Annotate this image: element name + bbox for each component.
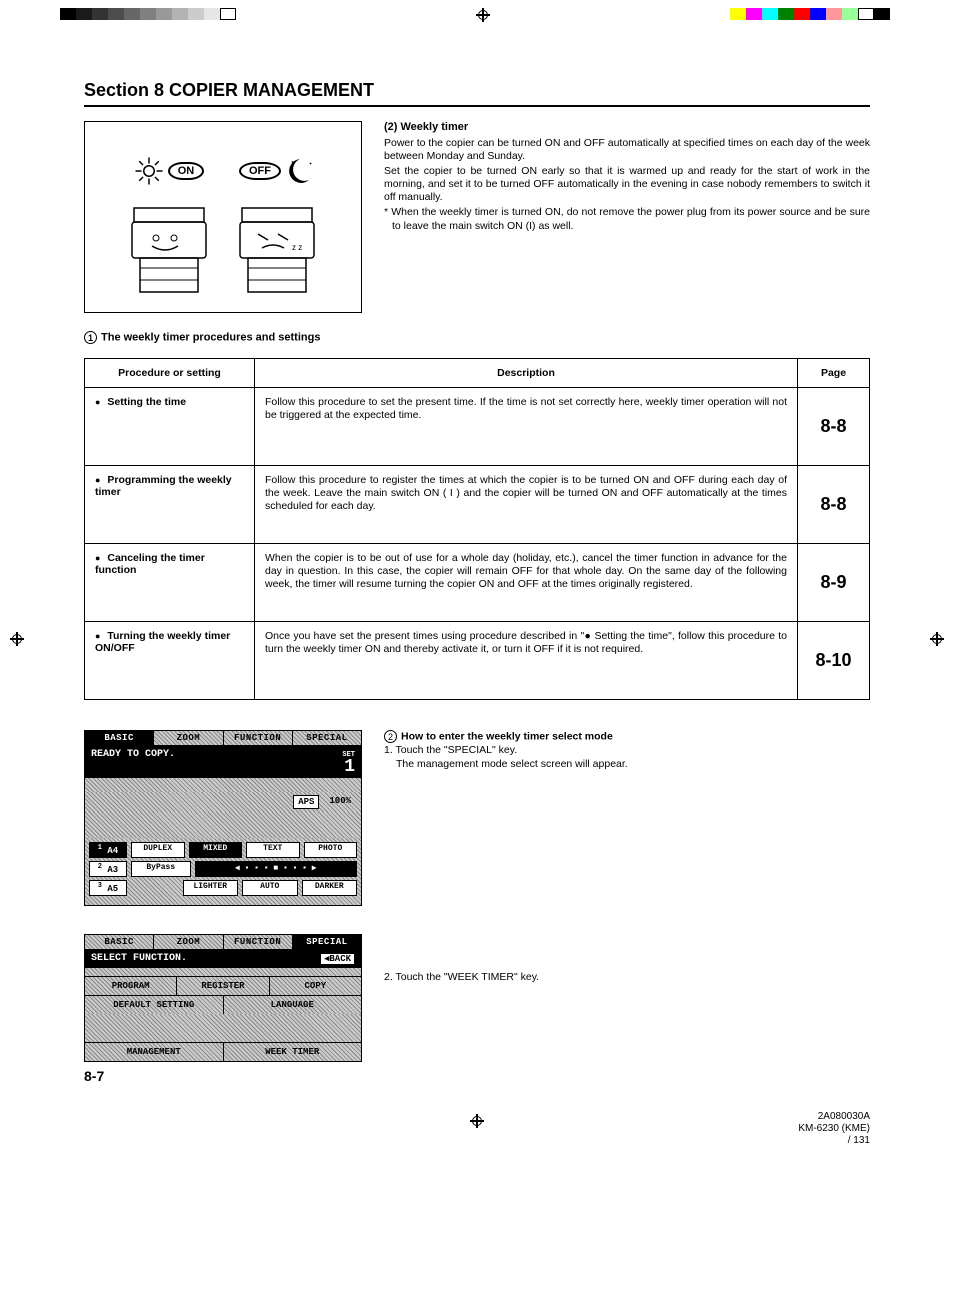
panel2-back: ◀BACK [320,953,355,965]
procedure-page: 8-8 [798,466,870,544]
calib-swatch [92,8,108,20]
panel2-tab-basic: BASIC [85,935,154,949]
procedure-desc: Follow this procedure to set the present… [255,388,798,466]
table-header-page: Page [798,359,870,388]
panel1-tab-special: SPECIAL [293,731,361,745]
calib-swatch [204,8,220,20]
calib-swatch [842,8,858,20]
calib-swatch [730,8,746,20]
procedure-page: 8-9 [798,544,870,622]
lcd-panel-ready: BASIC ZOOM FUNCTION SPECIAL READY TO COP… [84,730,362,906]
panel2-tab-function: FUNCTION [224,935,293,949]
panel1-aps: APS [293,795,319,809]
panel1-tab-function: FUNCTION [224,731,293,745]
footer-codes: 2A080030A KM-6230 (KME) / 131 [798,1111,870,1147]
calib-swatch [140,8,156,20]
illustration-weekly-timer: ON OFF [84,121,362,313]
table-header-description: Description [255,359,798,388]
procedure-desc: Follow this procedure to register the ti… [255,466,798,544]
procedure-name: ● Turning the weekly timer ON/OFF [85,622,255,700]
off-label: OFF [239,162,281,180]
calib-swatch [794,8,810,20]
procedure-name: ● Canceling the timer function [85,544,255,622]
calibration-strip [60,8,890,20]
panel1-zoom: 100% [325,795,355,809]
procedure-desc: When the copier is to be out of use for … [255,544,798,622]
procedure-name: ● Setting the time [85,388,255,466]
calib-swatch [778,8,794,20]
table-header-procedure: Procedure or setting [85,359,255,388]
calib-swatch [858,8,874,20]
panel2-status: SELECT FUNCTION. [91,953,187,965]
calib-swatch [108,8,124,20]
calib-swatch [60,8,76,20]
procedure-page: 8-8 [798,388,870,466]
intro-heading: (2) Weekly timer [384,121,870,135]
lcd-panel-select-function: BASIC ZOOM FUNCTION SPECIAL SELECT FUNCT… [84,934,362,1062]
intro-para-2: Set the copier to be turned ON early so … [384,165,870,204]
calib-swatch [156,8,172,20]
calib-swatch [746,8,762,20]
intro-text: (2) Weekly timer Power to the copier can… [384,121,870,313]
intro-note: * When the weekly timer is turned ON, do… [384,206,870,232]
circled-number-icon: 1 [84,331,97,344]
table-row: ● Canceling the timer functionWhen the c… [85,544,870,622]
calib-swatch [762,8,778,20]
registration-mark-icon [470,1114,484,1128]
procedures-table: Procedure or setting Description Page ● … [84,358,870,700]
panel1-status: READY TO COPY. [91,749,175,775]
calib-swatch [826,8,842,20]
calib-swatch [874,8,890,20]
intro-para-1: Power to the copier can be turned ON and… [384,137,870,163]
panel1-tab-zoom: ZOOM [154,731,223,745]
copier-on-icon [124,188,214,298]
circled-number-icon: 2 [384,730,397,743]
svg-text:z z: z z [292,243,302,252]
page-number: 8-7 [84,1068,870,1084]
calib-swatch [172,8,188,20]
moon-icon [285,156,315,186]
procedure-page: 8-10 [798,622,870,700]
table-row: ● Programming the weekly timerFollow thi… [85,466,870,544]
calib-swatch [124,8,140,20]
procedure-desc: Once you have set the present times usin… [255,622,798,700]
procedures-heading: 1The weekly timer procedures and setting… [84,331,870,344]
panel2-tab-zoom: ZOOM [154,935,223,949]
sun-icon [134,156,164,186]
procedure-name: ● Programming the weekly timer [85,466,255,544]
table-row: ● Setting the timeFollow this procedure … [85,388,870,466]
calib-swatch [188,8,204,20]
panel1-tab-basic: BASIC [85,731,154,745]
panel2-tab-special: SPECIAL [293,935,361,949]
calib-swatch [76,8,92,20]
copier-off-icon: z z [232,188,322,298]
section-title: Section 8 COPIER MANAGEMENT [84,80,870,107]
on-label: ON [168,162,205,180]
calib-swatch [810,8,826,20]
instructions-right: 2How to enter the weekly timer select mo… [384,730,870,1062]
calib-swatch [220,8,236,20]
table-row: ● Turning the weekly timer ON/OFFOnce yo… [85,622,870,700]
